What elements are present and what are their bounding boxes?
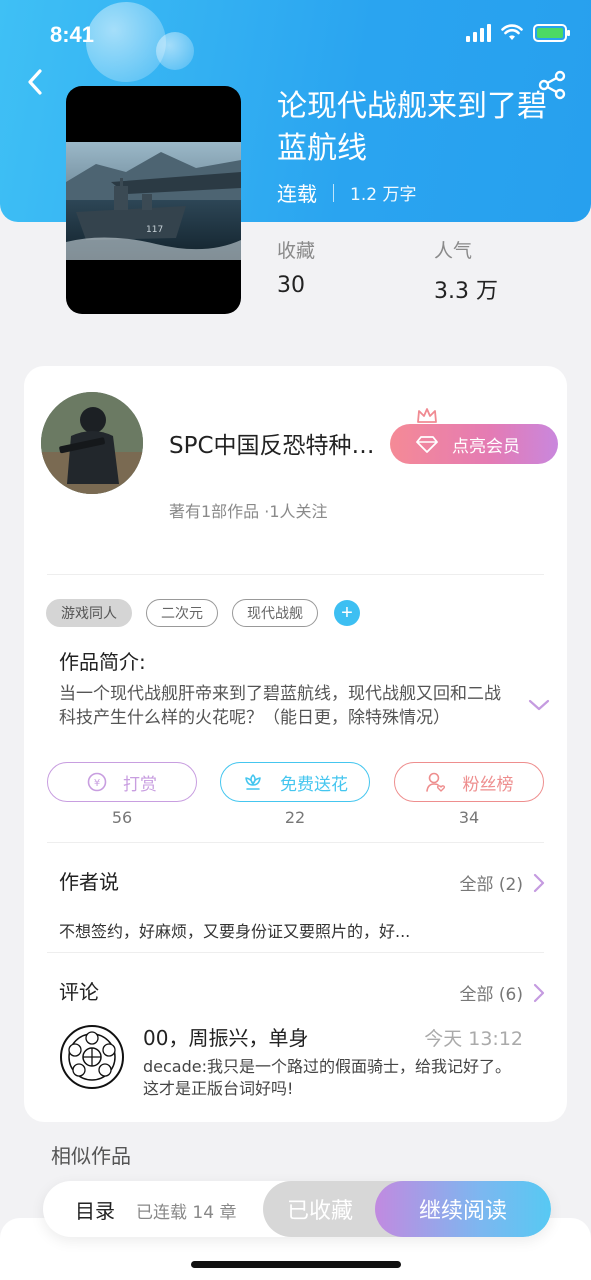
book-cover[interactable]: 117 (66, 86, 241, 314)
author-stats: 著有1部作品 ·1人关注 (169, 502, 328, 521)
fan-rank-label: 粉丝榜 (462, 774, 514, 795)
divider (47, 574, 544, 575)
stat-popularity: 人气 3.3 万 (434, 236, 498, 305)
word-count: 1.2 万字 (350, 185, 417, 205)
comments-more[interactable]: 全部 (6) (460, 980, 545, 1005)
chevron-right-icon (533, 983, 545, 1002)
chapter-count[interactable]: 已连载 14 章 (136, 1198, 236, 1223)
intro-text: 当一个现代战舰肝帝来到了碧蓝航线，现代战舰又回和二战科技产生什么样的火花呢？（能… (59, 684, 501, 728)
svg-text:¥: ¥ (94, 778, 100, 789)
comments-more-label: 全部 (6) (459, 985, 523, 1005)
author-says-more[interactable]: 全部 (2) (460, 870, 545, 895)
fan-rank-button[interactable]: 粉丝榜 (394, 762, 544, 802)
book-meta: 连载 1.2 万字 (277, 178, 416, 207)
serial-status: 连载 (277, 182, 317, 206)
vip-label: 点亮会员 (452, 436, 520, 457)
book-detail-card: SPC中国反恐特种部队... 点亮会员 著有1部作品 ·1人关注 游戏同人 二次… (24, 366, 567, 1122)
add-tag-button[interactable]: + (334, 600, 360, 626)
tag-modern-warship[interactable]: 现代战舰 (232, 599, 318, 627)
tag-anime[interactable]: 二次元 (146, 599, 218, 627)
toc-button[interactable]: 目录 (75, 1195, 115, 1224)
tag-list: 游戏同人 二次元 现代战舰 + (46, 599, 360, 627)
stat-value: 3.3 万 (434, 279, 498, 304)
tag-game-fanfic[interactable]: 游戏同人 (46, 599, 132, 627)
author-name[interactable]: SPC中国反恐特种部队... (169, 426, 384, 460)
divider (47, 952, 544, 953)
svg-text:117: 117 (146, 225, 163, 235)
chevron-right-icon (533, 873, 545, 892)
vip-button[interactable]: 点亮会员 (390, 424, 558, 464)
chevron-down-icon[interactable] (528, 698, 550, 712)
continue-reading-label: 继续阅读 (418, 1199, 507, 1224)
stat-label: 人气 (434, 240, 473, 262)
comment-time: 今天 13:12 (424, 1028, 523, 1050)
wifi-icon (501, 24, 523, 40)
stat-label: 收藏 (277, 240, 316, 262)
commenter-avatar[interactable] (59, 1024, 125, 1090)
meta-divider (333, 183, 334, 202)
flower-count: 22 (284, 808, 306, 827)
home-indicator (191, 1261, 401, 1268)
status-bar: 8:41 (0, 0, 591, 70)
reward-label: 打赏 (123, 774, 157, 795)
intro-title: 作品简介: (59, 650, 146, 674)
back-arrow-icon[interactable] (22, 68, 50, 96)
yen-coin-icon: ¥ (87, 772, 107, 792)
flower-icon (245, 774, 261, 790)
comments-title: 评论 (59, 980, 99, 1004)
send-flower-label: 免费送花 (280, 774, 348, 795)
warship-illustration: 117 (66, 142, 241, 260)
fan-user-icon (425, 772, 445, 792)
similar-works-title: 相似作品 (51, 1144, 131, 1168)
book-title: 论现代战舰来到了碧蓝航线 (277, 89, 547, 166)
diamond-icon (416, 436, 438, 453)
author-says-more-label: 全部 (2) (459, 875, 523, 895)
continue-reading-button[interactable]: 继续阅读 (375, 1181, 551, 1237)
send-flower-button[interactable]: 免费送花 (220, 762, 370, 802)
stat-favorites: 收藏 30 (277, 236, 315, 298)
status-icons (466, 24, 570, 42)
collected-label: 已收藏 (286, 1199, 353, 1224)
divider (47, 842, 544, 843)
stat-value: 30 (277, 273, 305, 298)
author-says-title: 作者说 (59, 870, 119, 894)
crown-icon (417, 408, 437, 423)
author-says-text[interactable]: 不想签约，好麻烦，又要身份证又要照片的，好... (59, 918, 499, 942)
signal-icon (466, 24, 491, 42)
battery-icon (533, 24, 570, 42)
fan-count: 34 (458, 808, 480, 827)
author-avatar[interactable] (41, 392, 143, 494)
bottom-action-bar: 目录 已连载 14 章 已收藏 继续阅读 (43, 1181, 551, 1237)
reward-count: 56 (111, 808, 133, 827)
comment-text[interactable]: decade:我只是一个路过的假面骑士，给我记好了。这才是正版台词好吗! (143, 1056, 523, 1100)
status-time: 8:41 (50, 22, 95, 47)
comment-user[interactable]: 00，周振兴，单身 (143, 1022, 308, 1051)
reward-button[interactable]: ¥ 打赏 (47, 762, 197, 802)
